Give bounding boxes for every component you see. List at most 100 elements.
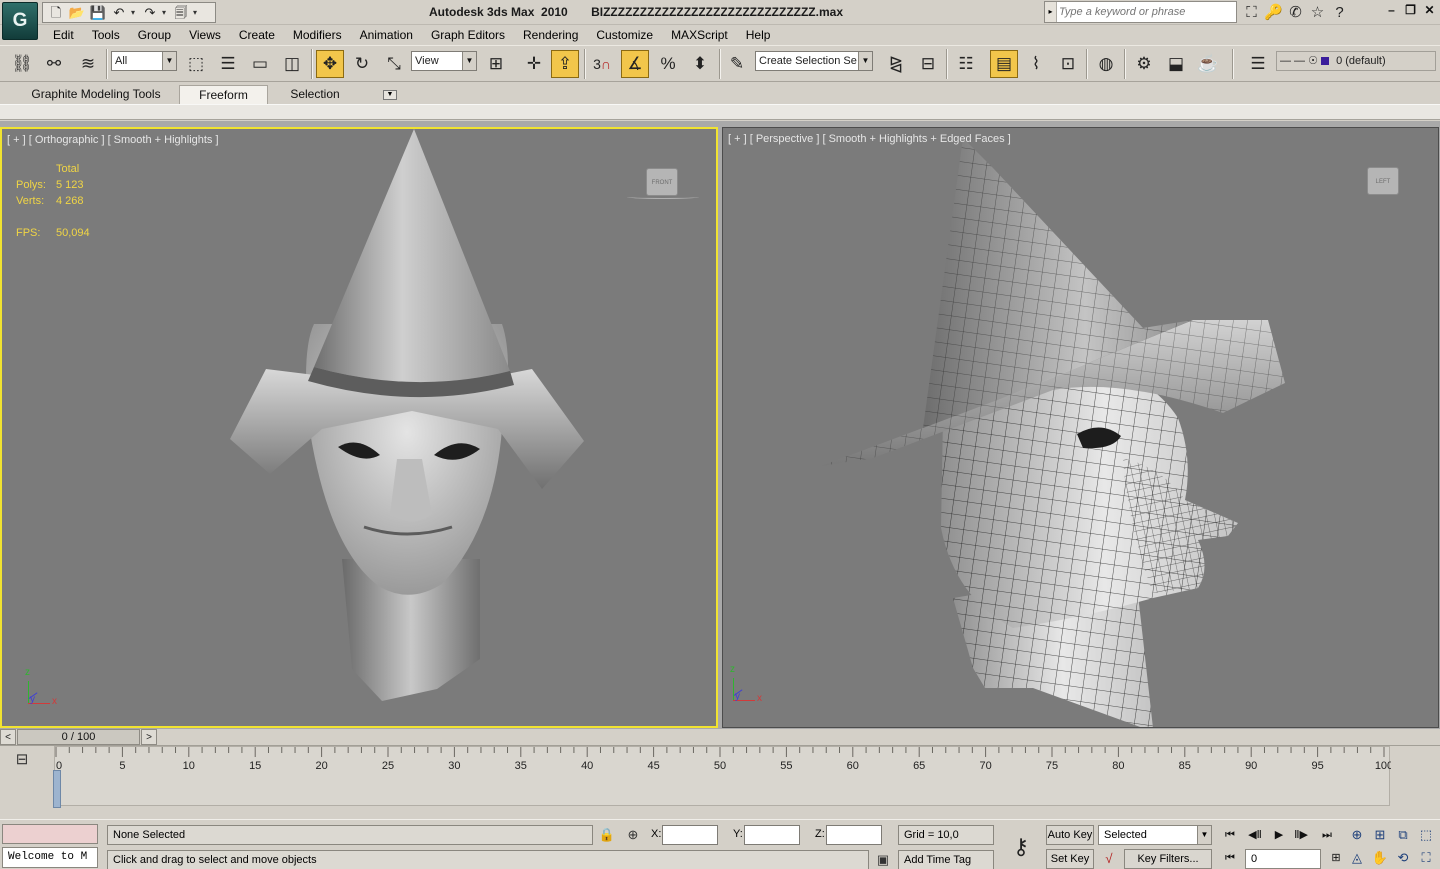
project-folder-icon[interactable]: 🗐 [172, 4, 190, 21]
menu-animation[interactable]: Animation [351, 26, 422, 44]
schematic-view-icon[interactable]: ⊡ [1054, 50, 1082, 78]
restore-button[interactable]: ❐ [1402, 3, 1419, 19]
select-and-rotate-icon[interactable]: ↻ [348, 50, 376, 78]
menu-create[interactable]: Create [230, 26, 284, 44]
undo-icon[interactable]: ↶ [110, 4, 128, 21]
play-icon[interactable]: ▶ [1268, 826, 1290, 844]
time-configuration-icon[interactable]: ⊞ [1325, 849, 1347, 867]
tab-selection[interactable]: Selection [280, 85, 350, 104]
layer-manager-icon[interactable]: ☷ [952, 50, 980, 78]
subscription-icon[interactable]: 🔑 [1264, 3, 1283, 21]
align-icon[interactable]: ⊟ [914, 50, 942, 78]
edit-named-selection-icon[interactable]: ✎ [723, 50, 751, 78]
time-slider-next-button[interactable]: > [141, 729, 157, 745]
material-editor-icon[interactable]: ◍ [1092, 50, 1120, 78]
open-mini-curve-editor-icon[interactable]: ⊟ [12, 750, 32, 768]
select-and-manipulate-icon[interactable]: ✛ [520, 50, 548, 78]
maxscript-listener-output[interactable] [2, 824, 98, 844]
previous-frame-icon[interactable]: ◀Ⅱ [1244, 826, 1266, 844]
maximize-viewport-icon[interactable]: ⛶ [1415, 848, 1437, 868]
menu-graph-editors[interactable]: Graph Editors [422, 26, 514, 44]
layers-toolbar-icon[interactable]: ☰ [1244, 50, 1272, 78]
render-production-icon[interactable]: ☕ [1194, 50, 1222, 78]
selection-filter-select[interactable]: All ▼ [111, 51, 177, 71]
y-coordinate-input[interactable] [744, 825, 800, 845]
search-input[interactable] [1059, 3, 1234, 21]
binoculars-icon[interactable]: ⛶ [1242, 4, 1261, 21]
time-slider-thumb[interactable]: 0 / 100 [17, 729, 140, 745]
z-coordinate-input[interactable] [826, 825, 882, 845]
viewport-orthographic[interactable]: [ + ] [ Orthographic ] [ Smooth + Highli… [0, 127, 718, 728]
communication-center-icon[interactable]: ✆ [1286, 3, 1305, 21]
select-object-icon[interactable]: ⬚ [182, 50, 210, 78]
bind-to-space-warp-icon[interactable]: ≋ [74, 50, 102, 78]
reference-coordinate-select[interactable]: View ▼ [411, 51, 477, 71]
minimize-button[interactable]: – [1383, 3, 1400, 19]
menu-rendering[interactable]: Rendering [514, 26, 587, 44]
zoom-extents-all-icon[interactable]: ⬚ [1415, 825, 1437, 845]
auto-key-button[interactable]: Auto Key [1046, 825, 1094, 845]
menu-views[interactable]: Views [180, 26, 230, 44]
help-icon[interactable]: ? [1330, 4, 1349, 21]
default-in-out-tangents-icon[interactable]: √ [1100, 850, 1118, 868]
field-of-view-icon[interactable]: ◬ [1346, 848, 1368, 868]
save-file-icon[interactable]: 💾 [89, 4, 107, 21]
redo-dropdown-icon[interactable]: ▾ [162, 8, 169, 17]
open-file-icon[interactable]: 📂 [68, 4, 86, 21]
zoom-all-icon[interactable]: ⊞ [1369, 825, 1391, 845]
x-coordinate-input[interactable] [662, 825, 718, 845]
graphite-toggle-icon[interactable]: ▤ [990, 50, 1018, 78]
close-button[interactable]: ✕ [1421, 3, 1438, 19]
menu-group[interactable]: Group [129, 26, 180, 44]
undo-dropdown-icon[interactable]: ▾ [131, 8, 138, 17]
mirror-icon[interactable]: ⧎ [882, 50, 910, 78]
viewport-label[interactable]: [ + ] [ Orthographic ] [ Smooth + Highli… [7, 134, 219, 146]
tab-graphite-modeling-tools[interactable]: Graphite Modeling Tools [22, 85, 170, 104]
menu-modifiers[interactable]: Modifiers [284, 26, 351, 44]
unlink-selection-icon[interactable]: ⚯ [40, 50, 68, 78]
go-to-start-icon[interactable]: ⏮ [1219, 826, 1241, 844]
viewport-perspective[interactable]: [ + ] [ Perspective ] [ Smooth + Highlig… [722, 127, 1439, 728]
viewport-label[interactable]: [ + ] [ Perspective ] [ Smooth + Highlig… [728, 133, 1011, 145]
select-and-scale-icon[interactable]: ⤡ [380, 50, 408, 78]
window-crossing-icon[interactable]: ◫ [278, 50, 306, 78]
set-key-icon[interactable]: ⚷ [1002, 834, 1040, 859]
go-to-end-icon[interactable]: ⏭ [1316, 826, 1338, 844]
qat-customize-dropdown-icon[interactable]: ▾ [193, 8, 200, 17]
layer-select[interactable]: — — ☉ 0 (default) [1276, 51, 1436, 71]
zoom-extents-icon[interactable]: ⧉ [1392, 825, 1414, 845]
key-mode-toggle-icon[interactable]: ⏮ [1219, 849, 1241, 867]
select-by-name-icon[interactable]: ☰ [214, 50, 242, 78]
percent-snap-toggle-icon[interactable]: % [654, 50, 682, 78]
viewcube[interactable]: LEFT [1367, 167, 1399, 195]
maxscript-listener-input[interactable]: Welcome to M [2, 847, 98, 868]
rectangular-selection-icon[interactable]: ▭ [246, 50, 274, 78]
pivot-center-icon[interactable]: ⊞ [482, 50, 510, 78]
app-logo-button[interactable]: G [2, 2, 38, 40]
menu-help[interactable]: Help [737, 26, 780, 44]
viewcube[interactable]: FRONT [646, 168, 678, 196]
menu-maxscript[interactable]: MAXScript [662, 26, 737, 44]
time-slider-prev-button[interactable]: < [0, 729, 16, 745]
menu-customize[interactable]: Customize [587, 26, 662, 44]
select-and-link-icon[interactable]: ⛓ [8, 50, 36, 78]
ribbon-minimize-icon[interactable]: ▼ [383, 90, 397, 100]
time-tag-icon[interactable]: ▣ [874, 851, 892, 869]
add-time-tag-field[interactable]: Add Time Tag [898, 850, 994, 869]
select-and-move-icon[interactable]: ✥ [316, 50, 344, 78]
selection-lock-icon[interactable]: 🔒 [598, 826, 616, 844]
absolute-relative-transform-icon[interactable]: ⊕ [624, 826, 642, 844]
track-bar-ruler[interactable]: 0 5 10 15 20 25 30 35 40 45 50 55 60 65 70 75 80 85 90 95 10… [54, 746, 1391, 806]
current-frame-input[interactable]: 0 [1245, 849, 1321, 869]
set-key-button[interactable]: Set Key [1046, 849, 1094, 869]
key-mode-select[interactable]: Selected ▼ [1098, 825, 1212, 845]
menu-edit[interactable]: Edit [42, 26, 83, 44]
named-selection-sets-select[interactable]: Create Selection Se ▼ [755, 51, 873, 71]
tab-freeform[interactable]: Freeform [179, 85, 268, 104]
favorites-star-icon[interactable]: ☆ [1308, 3, 1327, 21]
key-filters-button[interactable]: Key Filters... [1124, 849, 1212, 869]
pan-view-icon[interactable]: ✋ [1369, 848, 1391, 868]
snaps-toggle-icon[interactable]: 3∩ [588, 50, 616, 78]
spinner-snap-toggle-icon[interactable]: ⬍ [686, 50, 714, 78]
next-frame-icon[interactable]: Ⅱ▶ [1290, 826, 1312, 844]
